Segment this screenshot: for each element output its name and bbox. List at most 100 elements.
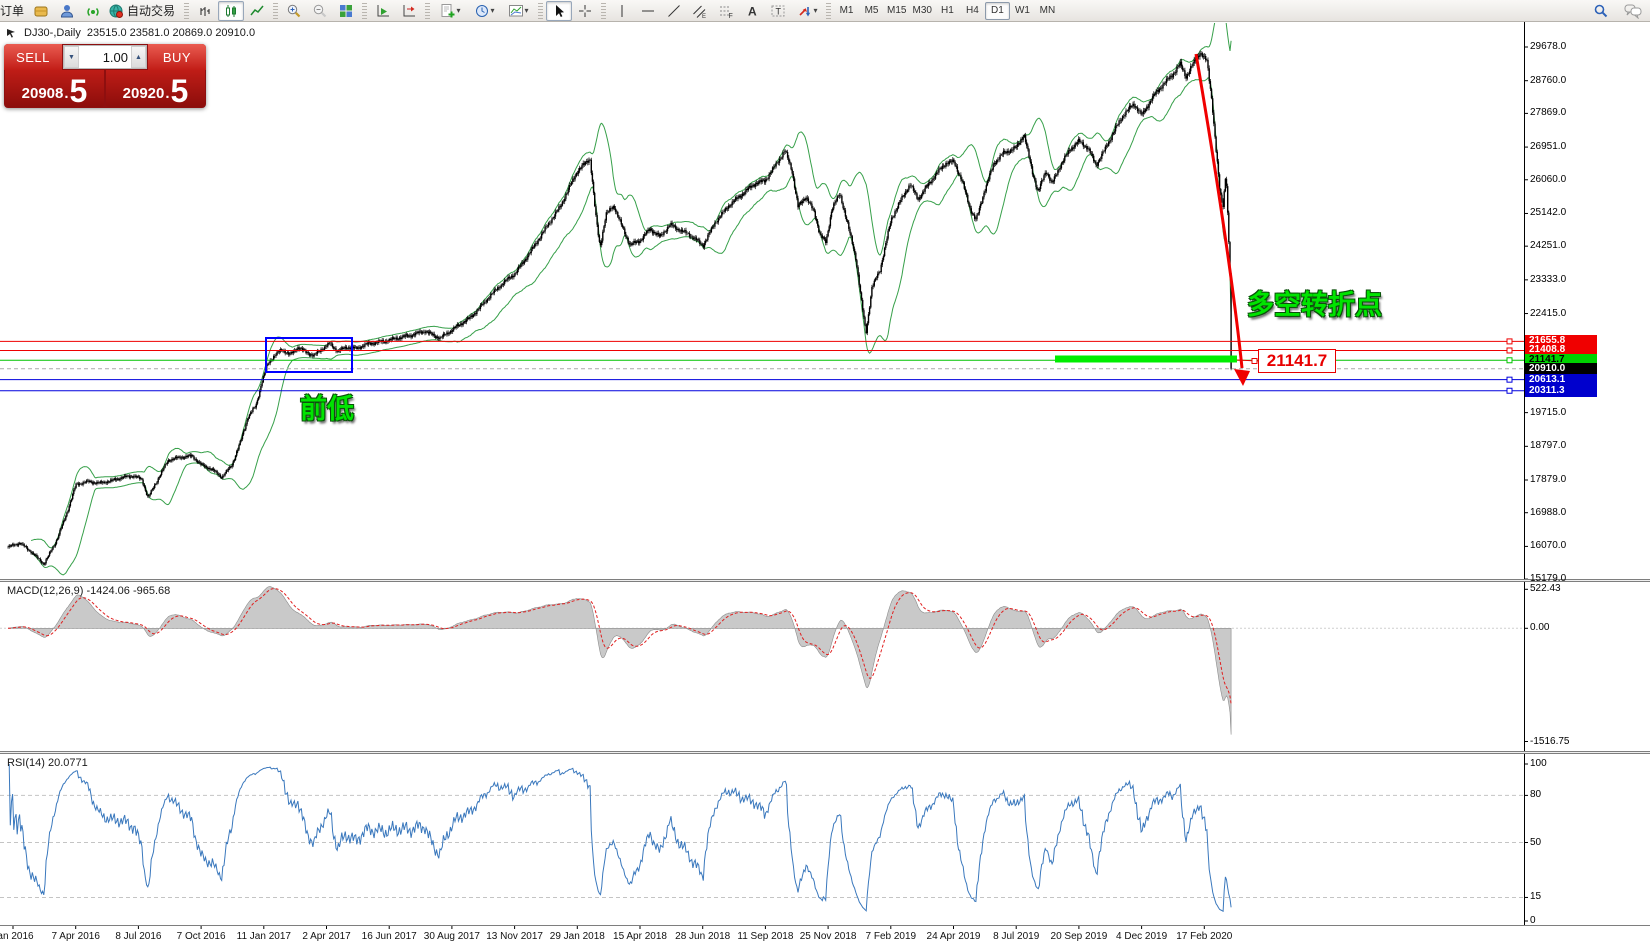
timeframe-d1[interactable]: D1 bbox=[985, 2, 1010, 20]
svg-text:T: T bbox=[776, 6, 782, 16]
trendline-icon[interactable] bbox=[661, 1, 687, 21]
timeframe-h1[interactable]: H1 bbox=[935, 2, 960, 20]
signals-icon[interactable] bbox=[80, 1, 106, 21]
vertical-line-icon[interactable] bbox=[609, 1, 635, 21]
price-tick-label: 18797.0 bbox=[1530, 440, 1566, 451]
volume-decrease-button[interactable]: ▼ bbox=[64, 46, 79, 68]
price-tick-label: 19715.0 bbox=[1530, 407, 1566, 418]
rsi-axis-label: 0 bbox=[1530, 915, 1536, 926]
price-tick-label: 23333.0 bbox=[1530, 274, 1566, 285]
date-label: 15 Apr 2018 bbox=[613, 931, 667, 942]
timeframe-m15[interactable]: M15 bbox=[884, 2, 909, 20]
macd-axis-label: 522.43 bbox=[1530, 583, 1561, 594]
price-tick-label: 26060.0 bbox=[1530, 174, 1566, 185]
price-tick-label: 16988.0 bbox=[1530, 507, 1566, 518]
svg-text:A: A bbox=[748, 4, 757, 18]
arrows-icon[interactable]: ▾ bbox=[791, 1, 823, 21]
line-chart-icon[interactable] bbox=[244, 1, 270, 21]
annotation-previous-low[interactable]: 前低 bbox=[300, 387, 354, 426]
rsi-axis-label: 100 bbox=[1530, 758, 1547, 769]
date-label: 17 Feb 2020 bbox=[1176, 931, 1232, 942]
sell-price-display[interactable]: 20908.5 bbox=[5, 70, 104, 107]
rsi-axis-label: 50 bbox=[1530, 837, 1541, 848]
date-label: 11 Sep 2018 bbox=[737, 931, 793, 942]
macd-axis-label: 0.00 bbox=[1530, 622, 1549, 633]
periods-button[interactable]: ▾ bbox=[467, 1, 501, 21]
cursor-icon[interactable] bbox=[546, 1, 572, 21]
timeframe-m1[interactable]: M1 bbox=[834, 2, 859, 20]
candlestick-chart-icon[interactable] bbox=[218, 1, 244, 21]
new-order-button[interactable]: 订单 bbox=[0, 2, 28, 19]
buy-price-display[interactable]: 20920.5 bbox=[106, 70, 205, 107]
date-label: 7 Oct 2016 bbox=[177, 931, 226, 942]
date-label: 8 Jul 2019 bbox=[993, 931, 1039, 942]
timeframe-w1[interactable]: W1 bbox=[1010, 2, 1035, 20]
price-tick-label: 26951.0 bbox=[1530, 141, 1566, 152]
auto-trading-label: 自动交易 bbox=[127, 2, 175, 19]
price-level-label: 20311.3 bbox=[1525, 385, 1597, 397]
history-icon[interactable] bbox=[28, 1, 54, 21]
annotation-turning-point[interactable]: 多空转折点 bbox=[1247, 283, 1382, 322]
chart-shift-icon[interactable] bbox=[396, 1, 422, 21]
auto-trading-icon bbox=[108, 3, 124, 19]
templates-button[interactable]: ▾ bbox=[501, 1, 535, 21]
crosshair-icon[interactable] bbox=[572, 1, 598, 21]
toolbar: 订单 自动交易 bbox=[0, 0, 1650, 22]
date-label: 16 Jun 2017 bbox=[362, 931, 417, 942]
panel-splitter-rsi[interactable] bbox=[0, 751, 1650, 754]
price-tick-label: 29678.0 bbox=[1530, 41, 1566, 52]
date-label: 4 Dec 2019 bbox=[1116, 931, 1167, 942]
buy-button[interactable]: BUY bbox=[148, 44, 206, 70]
rsi-indicator-label: RSI(14) 20.0771 bbox=[7, 757, 88, 769]
price-tick-label: 25142.0 bbox=[1530, 207, 1566, 218]
timeframe-m5[interactable]: M5 bbox=[859, 2, 884, 20]
svg-text:E: E bbox=[702, 14, 706, 19]
indicators-button[interactable]: ▾ bbox=[433, 1, 467, 21]
svg-text:F: F bbox=[729, 13, 733, 19]
fibonacci-icon[interactable]: F bbox=[713, 1, 739, 21]
volume-value[interactable]: 1.00 bbox=[79, 46, 131, 68]
annotation-price-tag[interactable]: 21141.7 bbox=[1258, 349, 1336, 373]
date-label: 29 Jan 2018 bbox=[550, 931, 605, 942]
panel-splitter-macd[interactable] bbox=[0, 579, 1650, 582]
date-label: 2 Apr 2017 bbox=[302, 931, 350, 942]
timeframe-h4[interactable]: H4 bbox=[960, 2, 985, 20]
bar-chart-icon[interactable] bbox=[192, 1, 218, 21]
date-label: 20 Sep 2019 bbox=[1051, 931, 1108, 942]
rsi-axis-label: 15 bbox=[1530, 891, 1541, 902]
auto-scroll-icon[interactable] bbox=[370, 1, 396, 21]
symbol-title: DJ30-,Daily bbox=[24, 27, 81, 39]
price-tick-label: 16070.0 bbox=[1530, 540, 1566, 551]
volume-stepper: ▼ 1.00 ▲ bbox=[63, 45, 147, 69]
symbol-marker-icon bbox=[6, 28, 18, 38]
zoom-in-icon[interactable] bbox=[281, 1, 307, 21]
date-label: 24 Apr 2019 bbox=[927, 931, 981, 942]
ohlc-values: 23515.0 23581.0 20869.0 20910.0 bbox=[87, 27, 255, 39]
auto-trading-button[interactable]: 自动交易 bbox=[106, 2, 181, 19]
price-tick-label: 22415.0 bbox=[1530, 308, 1566, 319]
timeframe-toolbar: M1 M5 M15 M30 H1 H4 D1 W1 MN bbox=[834, 0, 1060, 22]
timeframe-m30[interactable]: M30 bbox=[909, 2, 934, 20]
text-icon[interactable]: A bbox=[739, 1, 765, 21]
price-tick-label: 28760.0 bbox=[1530, 75, 1566, 86]
text-label-icon[interactable]: T bbox=[765, 1, 791, 21]
market-watch-icon[interactable] bbox=[54, 1, 80, 21]
macd-axis-label: -1516.75 bbox=[1530, 736, 1569, 747]
tile-windows-icon[interactable] bbox=[333, 1, 359, 21]
date-label: Jan 2016 bbox=[0, 931, 34, 942]
date-label: 8 Jul 2016 bbox=[115, 931, 161, 942]
chart-canvas[interactable] bbox=[0, 0, 1650, 948]
zoom-out-icon[interactable] bbox=[307, 1, 333, 21]
equidistant-channel-icon[interactable]: E bbox=[687, 1, 713, 21]
timeframe-mn[interactable]: MN bbox=[1035, 2, 1060, 20]
toolbar-group-chart-type bbox=[192, 0, 270, 22]
macd-indicator-label: MACD(12,26,9) -1424.06 -965.68 bbox=[7, 585, 170, 597]
chat-icon[interactable] bbox=[1620, 1, 1646, 21]
volume-increase-button[interactable]: ▲ bbox=[131, 46, 146, 68]
horizontal-line-icon[interactable] bbox=[635, 1, 661, 21]
search-icon[interactable] bbox=[1588, 1, 1614, 21]
date-label: 13 Nov 2017 bbox=[486, 931, 543, 942]
price-tick-label: 27869.0 bbox=[1530, 107, 1566, 118]
price-tick-label: 17879.0 bbox=[1530, 474, 1566, 485]
sell-button[interactable]: SELL bbox=[4, 44, 62, 70]
